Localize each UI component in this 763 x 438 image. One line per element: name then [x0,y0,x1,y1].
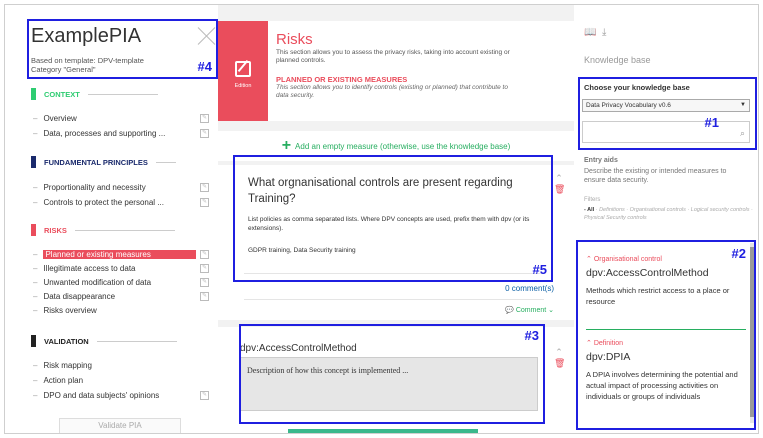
annotation-box-1: #1 [578,77,757,150]
sidebar-item-label: Proportionality and necessity [43,182,146,192]
edit-icon[interactable]: ✎ [200,263,209,273]
sidebar-item-controls-personal[interactable]: – Controls to protect the personal ... ✎ [33,196,209,208]
sidebar-item-label: Data disappearance [43,291,116,301]
edit-icon [235,61,251,77]
edit-icon[interactable]: ✎ [200,249,209,259]
toolbar-button[interactable]: ☷ [428,432,434,433]
annotation-label: #1 [704,115,719,130]
sidebar-item-risk-mapping[interactable]: – Risk mapping [33,359,209,371]
sidebar-item-action-plan[interactable]: – Action plan [33,374,209,386]
kb-heading: Knowledge base [584,55,651,65]
risks-header-card: Edition Risks This section allows you to… [218,21,574,121]
toolbar-button[interactable]: ☷ [412,432,418,433]
edit-icon[interactable]: ✎ [200,128,209,138]
sidebar-item-label: DPO and data subjects' opinions [43,390,160,400]
filters-list[interactable]: - All · Definitions · Organisational con… [584,206,754,222]
section-validation: VALIDATION [31,335,177,347]
sidebar-item-label: Risks overview [43,305,97,315]
edit-icon[interactable]: ✎ [200,113,209,123]
toolbar-button[interactable]: ≡ [398,433,402,434]
trash-icon[interactable]: 🗑 [554,358,565,369]
edition-label: Edition [234,83,252,89]
app-window: ExamplePIA Based on template: DPV-templa… [4,4,759,434]
edit-icon[interactable]: ✎ [200,390,209,400]
sidebar-item-illegitimate-access[interactable]: – Illegitimate access to data ✎ [33,262,209,274]
download-icon[interactable]: ⤓ [602,27,606,38]
comment-button[interactable]: 💬 Comment ⌄ [505,306,554,314]
subsection-title: PLANNED OR EXISTING MEASURES [276,75,408,84]
sidebar-item-label: Action plan [43,375,84,385]
sidebar-item-label: Overview [43,113,77,123]
annotation-box-3: #3 [239,324,545,424]
toolbar-button[interactable]: ≡ [371,433,375,434]
sidebar-item-proportionality[interactable]: – Proportionality and necessity ✎ [33,181,209,193]
trash-icon[interactable]: 🗑 [554,184,565,195]
sidebar-item-data-processes[interactable]: – Data, processes and supporting ... ✎ [33,127,209,139]
sidebar-item-label: Planned or existing measures [43,249,196,259]
sidebar-item-dpo-opinions[interactable]: – DPO and data subjects' opinions ✎ [33,389,209,401]
annotation-box-5: #5 [233,155,553,282]
measure-actions: ⌃ 🗑 [554,347,565,369]
page-description: This section allows you to assess the pr… [276,49,510,64]
section-fundamental-principles: FUNDAMENTAL PRINCIPLES [31,156,176,168]
plus-icon: + [281,137,292,154]
add-measure-label: Add an empty measure (otherwise, use the… [295,141,511,151]
section-label: VALIDATION [44,336,89,346]
section-label: CONTEXT [44,89,80,99]
annotation-box-2: #2 [576,240,756,430]
filter-all[interactable]: - All [584,207,594,213]
entry-aids-description: Describe the existing or intended measur… [584,168,727,184]
sidebar-item-data-disappearance[interactable]: – Data disappearance ✎ [33,290,209,302]
edit-icon[interactable]: ✎ [200,182,209,192]
toolbar-button[interactable]: ≡ [357,433,361,434]
toolbar-button[interactable]: ⇥ [459,432,465,433]
filters-label: Filters [584,197,601,203]
section-label: RISKS [44,225,67,235]
edit-icon[interactable]: ✎ [200,291,209,301]
sidebar-item-planned-measures[interactable]: – Planned or existing measures ✎ [33,248,209,260]
divider [244,299,544,300]
sidebar-item-label: Unwanted modification of data [43,277,152,287]
chevron-up-icon[interactable]: ⌃ [554,173,564,184]
subsection-description: This section allows you to identify cont… [276,84,508,99]
edit-icon[interactable]: ✎ [200,277,209,287]
toolbar-button[interactable]: ⇤ [444,432,450,433]
annotation-box-4: #4 [27,19,218,79]
toolbar-button[interactable]: ↶ [301,432,307,433]
sidebar-item-label: Data, processes and supporting ... [43,128,166,138]
toolbar-button[interactable]: ↷ [316,432,322,433]
annotation-label: #5 [532,262,547,277]
book-icon[interactable]: 📖 [584,27,596,38]
entry-aids-label: Entry aids [584,157,618,164]
comment-icon: 💬 [505,307,516,314]
chevron-up-icon[interactable]: ⌃ [554,347,564,358]
edition-badge[interactable]: Edition [218,21,268,121]
page-title: Risks [276,31,313,48]
chevron-down-icon: ⌄ [546,307,554,314]
toolbar-button[interactable]: I [346,433,348,434]
annotation-label: #4 [197,59,212,74]
filter-options[interactable]: · Definitions · Organisational controls … [584,207,753,221]
sidebar-item-overview[interactable]: – Overview ✎ [33,112,209,124]
annotation-label: #3 [524,328,539,343]
validate-pia-button[interactable]: Validate PIA [59,418,181,433]
section-label: FUNDAMENTAL PRINCIPLES [44,157,148,167]
sidebar-item-label: Controls to protect the personal ... [43,197,164,207]
toolbar-button[interactable]: B [332,433,337,434]
section-context: CONTEXT [31,88,158,100]
sidebar-item-unwanted-modification[interactable]: – Unwanted modification of data ✎ [33,276,209,288]
section-risks: RISKS [31,224,175,236]
edit-icon[interactable]: ✎ [200,197,209,207]
sidebar-item-risks-overview[interactable]: – Risks overview [33,304,209,316]
sidebar-item-label: Risk mapping [43,360,92,370]
comments-count[interactable]: 0 comment(s) [505,284,554,293]
kb-toolbar: 📖 ⤓ [584,27,606,38]
editor-toolbar: ↶ ↷ B I ≡ ≡ ≡ ≡ ☷ ☷ ⇤ ⇥ [288,429,478,434]
annotation-label: #2 [731,246,746,261]
toolbar-button[interactable]: ≡ [385,433,389,434]
question-actions: ⌃ 🗑 [554,173,565,195]
sidebar-item-label: Illegitimate access to data [43,263,136,273]
comment-label: Comment [515,307,547,314]
